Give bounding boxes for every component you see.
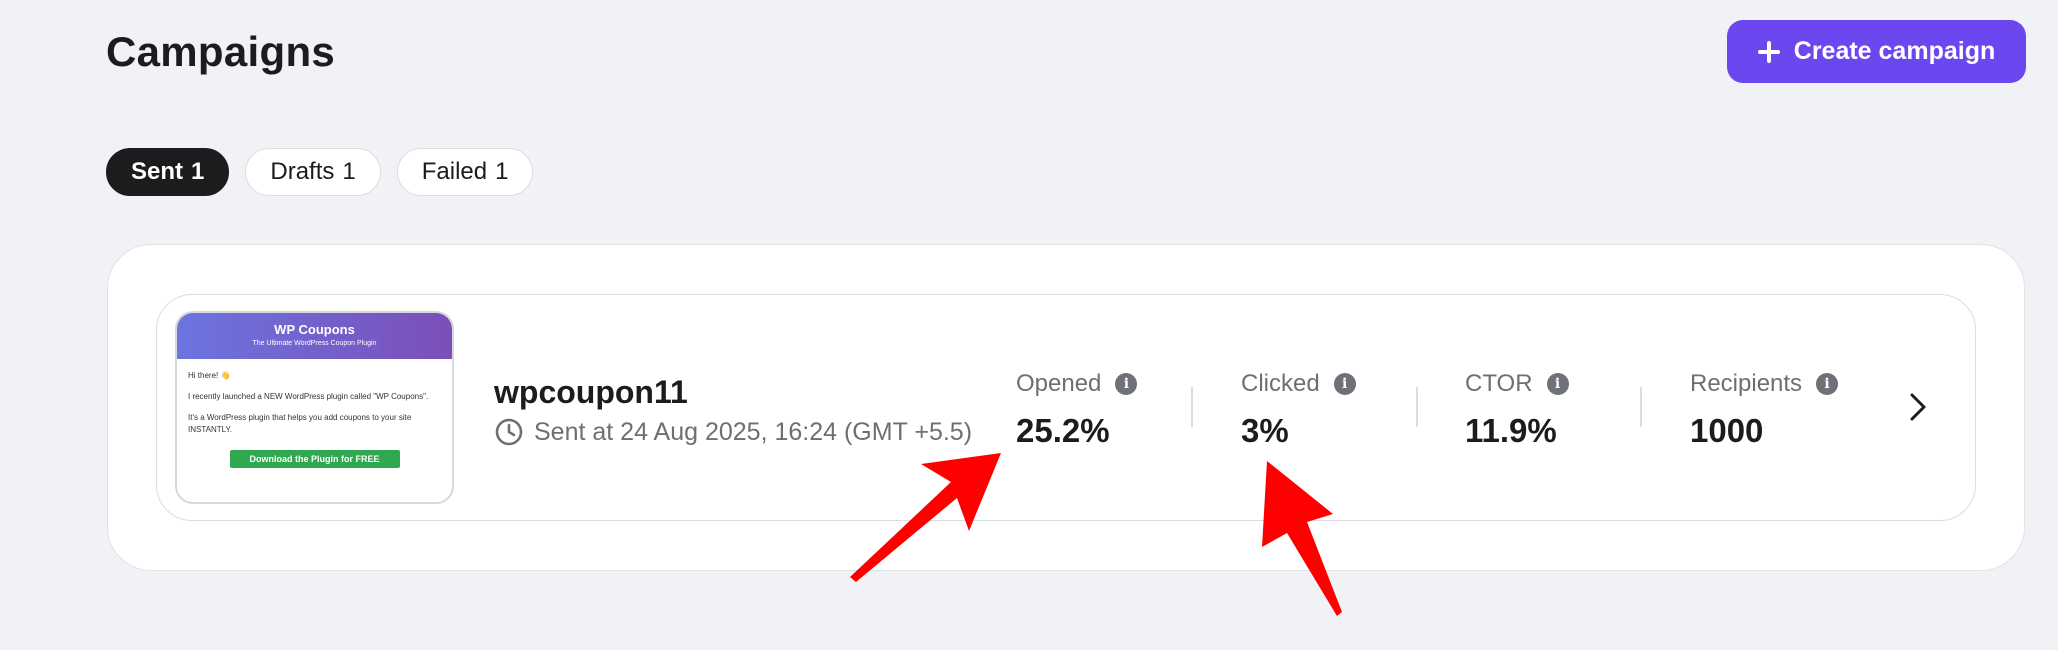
tab-drafts-count: 1 bbox=[342, 158, 356, 185]
stat-divider bbox=[1191, 387, 1193, 427]
chevron-right-icon[interactable] bbox=[1906, 392, 1930, 422]
preview-line-2: It's a WordPress plugin that helps you a… bbox=[188, 413, 412, 434]
tab-sent-label: Sent bbox=[131, 158, 184, 185]
stat-recipients: Recipients i 1000 bbox=[1690, 370, 1839, 450]
stat-ctor-label: CTOR bbox=[1465, 370, 1533, 397]
tab-failed-label: Failed bbox=[421, 158, 488, 185]
email-preview-thumbnail[interactable]: WP Coupons The Ultimate WordPress Coupon… bbox=[175, 311, 454, 504]
preview-line-1: I recently launched a NEW WordPress plug… bbox=[188, 392, 429, 401]
preview-body: Hi there! 👋 I recently launched a NEW Wo… bbox=[177, 359, 452, 468]
stat-ctor: CTOR i 11.9% bbox=[1465, 370, 1569, 450]
preview-subtitle: The Ultimate WordPress Coupon Plugin bbox=[252, 340, 377, 347]
tab-drafts-label: Drafts bbox=[270, 158, 335, 185]
stat-recipients-value: 1000 bbox=[1690, 412, 1764, 449]
plus-icon bbox=[1757, 40, 1780, 63]
stat-clicked-label: Clicked bbox=[1241, 370, 1320, 397]
stat-opened-value: 25.2% bbox=[1016, 412, 1110, 449]
stat-opened-label: Opened bbox=[1016, 370, 1102, 397]
create-campaign-label: Create campaign bbox=[1793, 37, 1996, 65]
campaign-name: wpcoupon11 bbox=[494, 374, 688, 410]
stat-opened: Opened i 25.2% bbox=[1016, 370, 1138, 450]
clock-icon bbox=[495, 418, 523, 446]
stat-clicked-value: 3% bbox=[1241, 412, 1289, 449]
stat-divider bbox=[1416, 387, 1418, 427]
tab-drafts[interactable]: Drafts 1 bbox=[245, 148, 381, 196]
stat-clicked: Clicked i 3% bbox=[1241, 370, 1356, 450]
campaign-sent-at: Sent at 24 Aug 2025, 16:24 (GMT +5.5) bbox=[494, 417, 972, 447]
tab-sent-count: 1 bbox=[191, 158, 205, 185]
tab-sent[interactable]: Sent 1 bbox=[106, 148, 230, 196]
preview-cta-button: Download the Plugin for FREE bbox=[229, 450, 400, 468]
stat-ctor-value: 11.9% bbox=[1465, 412, 1557, 449]
tab-failed-count: 1 bbox=[495, 158, 509, 185]
info-icon[interactable]: i bbox=[1333, 373, 1356, 395]
preview-title: WP Coupons bbox=[274, 322, 355, 337]
tab-failed[interactable]: Failed 1 bbox=[396, 148, 534, 196]
info-icon[interactable]: i bbox=[1816, 373, 1839, 395]
stat-divider bbox=[1640, 387, 1642, 427]
sent-at-text: Sent at 24 Aug 2025, 16:24 (GMT +5.5) bbox=[534, 417, 973, 446]
info-icon[interactable]: i bbox=[1546, 373, 1569, 395]
stat-recipients-label: Recipients bbox=[1690, 370, 1803, 397]
page-title: Campaigns bbox=[106, 28, 336, 75]
preview-greeting: Hi there! 👋 bbox=[188, 371, 231, 380]
create-campaign-button[interactable]: Create campaign bbox=[1727, 20, 2026, 83]
status-tabs: Sent 1 Drafts 1 Failed 1 bbox=[106, 148, 534, 196]
preview-header: WP Coupons The Ultimate WordPress Coupon… bbox=[177, 313, 452, 359]
info-icon[interactable]: i bbox=[1115, 373, 1138, 395]
